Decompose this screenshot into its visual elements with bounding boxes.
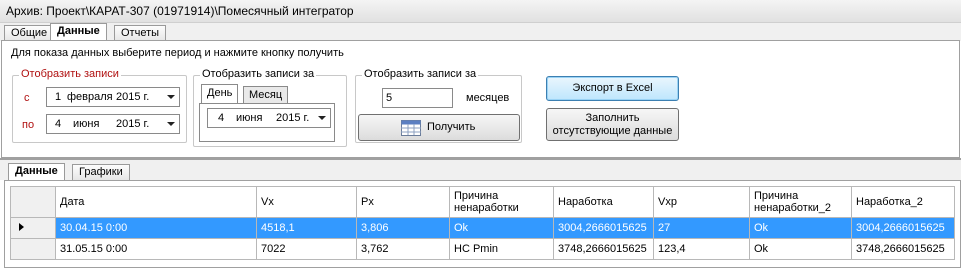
group-display-range-title: Отобразить записи (19, 68, 121, 80)
table-cell[interactable]: 3748,2666015625 (553, 238, 654, 260)
column-header[interactable]: Наработка_2 (851, 186, 955, 218)
from-label: с (24, 92, 30, 104)
table-row[interactable]: 30.04.15 0:00 4518,1 3,806 Ok 3004,266601562… (10, 217, 955, 239)
main-tabstrip: Общие Данные Отчеты (0, 23, 961, 41)
get-button[interactable]: Получить (358, 114, 520, 141)
column-header[interactable]: Vxp (653, 186, 750, 218)
grid-corner-cell[interactable] (10, 186, 56, 218)
from-year: 2015 г. (116, 91, 150, 103)
data-grid: Дата Vx Px Причина ненаработки Наработка Vxp Пр… (10, 186, 955, 260)
column-header[interactable]: Причина ненаработки_2 (749, 186, 852, 218)
column-header-label: Vxp (658, 196, 677, 208)
chevron-down-icon[interactable] (167, 95, 175, 99)
table-cell[interactable]: Ok (749, 217, 852, 239)
row-header[interactable] (10, 238, 56, 260)
table-cell[interactable]: Ok (449, 217, 554, 239)
column-header-label: Vx (261, 196, 274, 208)
tab-data-grid[interactable]: Данные (8, 163, 65, 180)
chevron-down-icon[interactable] (318, 116, 326, 120)
tab-charts[interactable]: Графики (72, 164, 130, 180)
table-cell[interactable]: 3004,2666015625 (851, 217, 955, 239)
get-button-label: Получить (427, 121, 476, 133)
column-header-label: Причина (454, 190, 499, 202)
row-pointer-icon (19, 223, 24, 231)
day-date-picker[interactable]: 4 июня 2015 г. (207, 108, 331, 128)
to-year: 2015 г. (116, 118, 150, 130)
fill-missing-line1: Заполнить (585, 112, 640, 124)
fill-missing-line2: отсутствующие данные (552, 125, 673, 137)
column-header-label: Дата (60, 196, 85, 208)
table-icon (401, 120, 421, 136)
day-month: июня (236, 112, 263, 124)
table-cell[interactable]: 7022 (256, 238, 357, 260)
to-label: по (22, 119, 35, 131)
table-cell[interactable]: 3,806 (356, 217, 450, 239)
hint-text: Для показа данных выберите период и нажм… (11, 47, 344, 59)
tab-month[interactable]: Месяц (243, 86, 289, 104)
column-header-label-line2: ненаработки_2 (754, 202, 832, 214)
to-month: июня (73, 118, 100, 130)
group-months-title: Отобразить записи за (362, 68, 479, 80)
table-cell[interactable]: 3004,2666015625 (553, 217, 654, 239)
column-header-label: Px (361, 196, 374, 208)
table-cell[interactable]: 4518,1 (256, 217, 357, 239)
tab-reports[interactable]: Отчеты (114, 25, 167, 41)
day-day: 4 (218, 112, 225, 124)
table-row[interactable]: 31.05.15 0:00 7022 3,762 HC Pmin 3748,266601… (10, 238, 955, 260)
table-cell[interactable]: 123,4 (653, 238, 750, 260)
column-header-label: Наработка_2 (856, 196, 923, 208)
table-cell[interactable]: 3,762 (356, 238, 450, 260)
export-excel-button[interactable]: Экспорт в Excel (546, 76, 679, 101)
from-day: 1 (55, 91, 62, 103)
tab-general[interactable]: Общие (4, 25, 55, 41)
table-cell[interactable]: HC Pmin (449, 238, 554, 260)
fill-missing-data-button[interactable]: Заполнить отсутствующие данные (546, 108, 679, 141)
data-tabstrip: Данные Графики (0, 160, 961, 180)
window-title: Архив: Проект\КАРАТ-307 (01971914)\Помес… (0, 0, 961, 23)
column-header[interactable]: Vx (256, 186, 357, 218)
table-cell[interactable]: 27 (653, 217, 750, 239)
table-cell[interactable]: 30.04.15 0:00 (55, 217, 257, 239)
from-month: февраля (67, 91, 113, 103)
column-header-label-line2: ненаработки (454, 202, 519, 214)
table-cell[interactable]: 3748,2666015625 (851, 238, 955, 260)
day-year: 2015 г. (276, 112, 310, 124)
row-header[interactable] (10, 217, 56, 239)
column-header[interactable]: Причина ненаработки (449, 186, 554, 218)
tab-data[interactable]: Данные (50, 23, 107, 41)
column-header[interactable]: Наработка (553, 186, 654, 218)
to-day: 4 (55, 118, 62, 130)
from-date-picker[interactable]: 1 февраля 2015 г. (46, 87, 180, 107)
to-date-picker[interactable]: 4 июня 2015 г. (46, 114, 180, 134)
table-cell[interactable]: 31.05.15 0:00 (55, 238, 257, 260)
column-header[interactable]: Дата (55, 186, 257, 218)
table-cell[interactable]: Ok (749, 238, 852, 260)
months-count-input[interactable]: 5 (382, 88, 453, 108)
group-display-for-title: Отобразить записи за (200, 68, 317, 80)
chevron-down-icon[interactable] (167, 122, 175, 126)
column-header-label: Наработка (558, 196, 613, 208)
column-header-label: Причина (754, 190, 799, 202)
column-header[interactable]: Px (356, 186, 450, 218)
tab-day[interactable]: День (201, 84, 239, 103)
months-unit-label: месяцев (466, 92, 510, 104)
